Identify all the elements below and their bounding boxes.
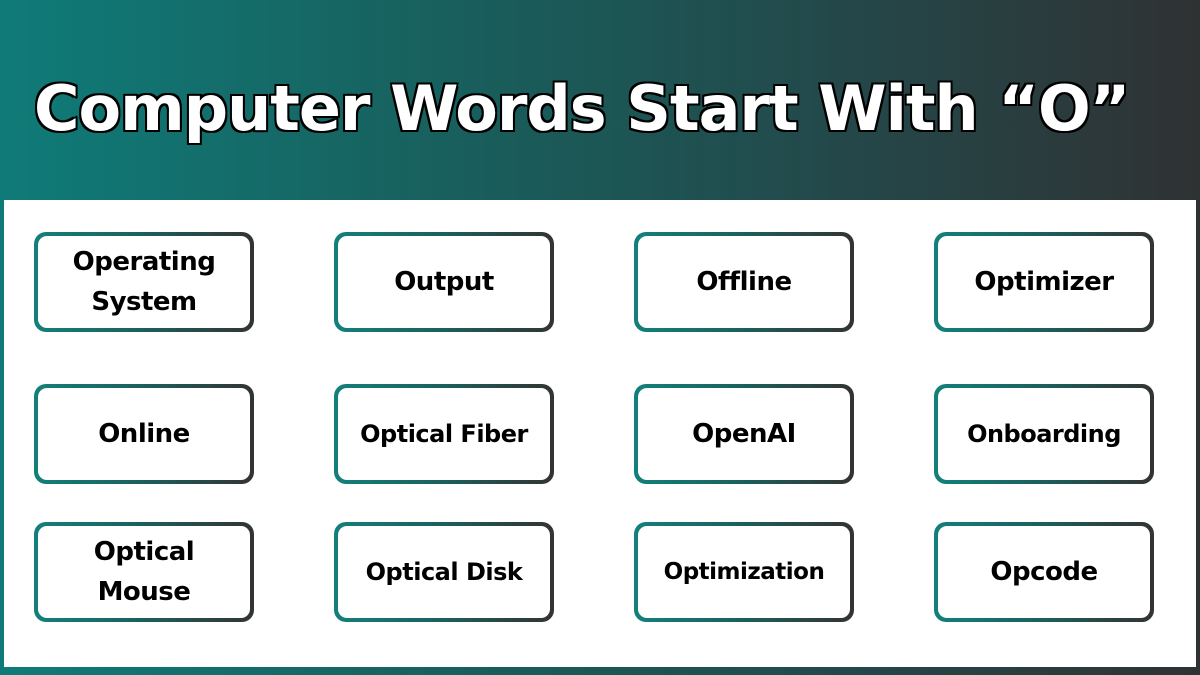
word-card-optical-mouse: Optical Mouse bbox=[34, 522, 254, 622]
word-label: Optical Disk bbox=[365, 558, 523, 586]
word-card-onboarding: Onboarding bbox=[934, 384, 1154, 484]
header-banner: Computer Words Start With “O” bbox=[0, 0, 1200, 200]
words-panel: Operating System Output Offline Optimize… bbox=[4, 200, 1196, 667]
word-label: Optimizer bbox=[974, 267, 1114, 297]
word-card-online: Online bbox=[34, 384, 254, 484]
word-label: Offline bbox=[696, 267, 792, 297]
word-card-optimizer: Optimizer bbox=[934, 232, 1154, 332]
word-card-optimization: Optimization bbox=[634, 522, 854, 622]
word-card-offline: Offline bbox=[634, 232, 854, 332]
word-card-operating-system: Operating System bbox=[34, 232, 254, 332]
word-label: Onboarding bbox=[967, 420, 1121, 448]
word-label: Operating System bbox=[72, 247, 216, 317]
word-label: OpenAI bbox=[692, 419, 796, 449]
word-label: Optical Fiber bbox=[360, 420, 528, 448]
word-label: Optimization bbox=[663, 559, 825, 585]
page-title: Computer Words Start With “O” bbox=[32, 71, 1131, 147]
word-card-openai: OpenAI bbox=[634, 384, 854, 484]
word-label: Online bbox=[98, 419, 190, 449]
word-label: Optical Mouse bbox=[93, 537, 195, 607]
word-card-optical-disk: Optical Disk bbox=[334, 522, 554, 622]
word-label: Output bbox=[394, 267, 494, 297]
word-label: Opcode bbox=[990, 557, 1098, 587]
word-card-opcode: Opcode bbox=[934, 522, 1154, 622]
word-card-optical-fiber: Optical Fiber bbox=[334, 384, 554, 484]
word-card-output: Output bbox=[334, 232, 554, 332]
